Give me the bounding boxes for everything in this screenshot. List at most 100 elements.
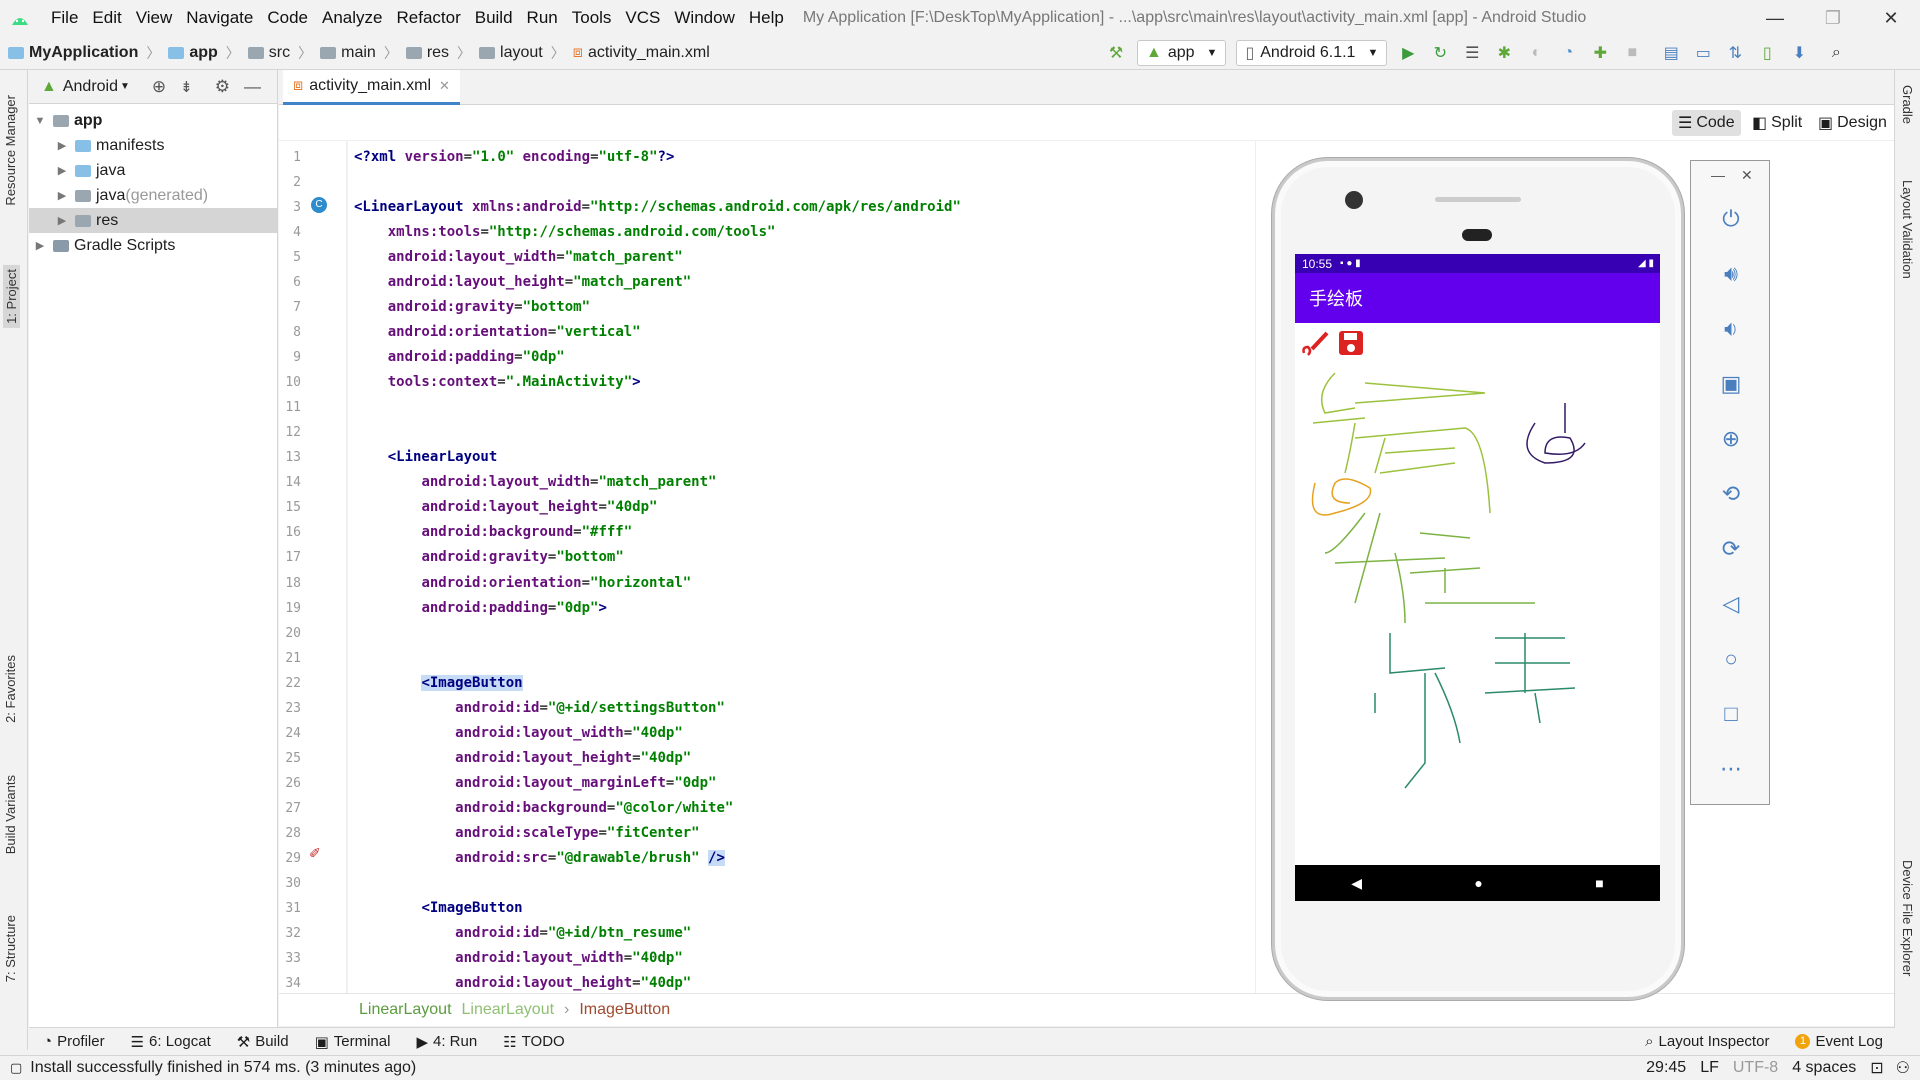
attach-debugger-icon[interactable]: ✚ <box>1587 40 1613 66</box>
back-nav-icon[interactable]: ◀ <box>1351 875 1362 892</box>
tree-item[interactable]: ▶ Gradle Scripts <box>29 233 277 258</box>
hide-icon[interactable]: — <box>244 77 261 97</box>
tab-project[interactable]: 1: Project <box>3 265 20 328</box>
tab-resource-manager[interactable]: Resource Manager <box>3 95 18 206</box>
home-icon[interactable]: ○ <box>1691 646 1771 672</box>
device-select[interactable]: ▯ Android 6.1.1 ▼ <box>1236 40 1388 66</box>
chevron-right-icon[interactable]: ▶ <box>33 239 47 252</box>
lock-icon[interactable]: ⊡ <box>1870 1058 1883 1078</box>
breadcrumb-src[interactable]: src 〉 <box>240 43 312 63</box>
tab-terminal[interactable]: ▣ Terminal <box>315 1033 391 1051</box>
menu-tools[interactable]: Tools <box>565 0 619 36</box>
tab-run[interactable]: ▶ 4: Run <box>416 1033 477 1051</box>
power-icon[interactable]: ⏻ <box>1691 206 1771 232</box>
mode-code-button[interactable]: ☰ Code <box>1672 110 1741 136</box>
breadcrumb-main[interactable]: main 〉 <box>312 43 398 63</box>
emu-minimize-button[interactable]: — <box>1711 167 1725 183</box>
zoom-icon[interactable]: ⊕ <box>1691 426 1771 452</box>
rotate-left-icon[interactable]: ⟲ <box>1691 481 1771 507</box>
tab-device-file-explorer[interactable]: Device File Explorer <box>1900 860 1915 976</box>
status-message[interactable]: Install successfully finished in 574 ms.… <box>30 1059 416 1077</box>
tree-item[interactable]: ▶ manifests <box>29 133 277 158</box>
brush-button[interactable] <box>1297 325 1333 361</box>
menu-edit[interactable]: Edit <box>85 0 128 36</box>
emu-close-button[interactable]: ✕ <box>1741 167 1753 184</box>
breadcrumb-res[interactable]: res 〉 <box>398 43 471 63</box>
tab-todo[interactable]: ☷ TODO <box>503 1033 565 1051</box>
breadcrumb-file[interactable]: ⧈ activity_main.xml <box>565 44 710 62</box>
tab-favorites[interactable]: 2: Favorites <box>3 655 18 723</box>
close-icon[interactable]: ✕ <box>439 78 450 94</box>
volume-down-icon[interactable]: 🔉︎ <box>1691 316 1771 342</box>
menu-code[interactable]: Code <box>260 0 315 36</box>
tab-activity-main[interactable]: ⧈ activity_main.xml ✕ <box>283 70 460 105</box>
line-separator[interactable]: LF <box>1700 1059 1719 1077</box>
more-icon[interactable]: ⋯ <box>1691 756 1771 782</box>
debug-icon[interactable]: ✱ <box>1491 40 1517 66</box>
minimize-button[interactable]: — <box>1746 0 1804 36</box>
status-toggle-icon[interactable]: ▢ <box>10 1060 22 1076</box>
chevron-right-icon[interactable]: ▶ <box>55 189 69 202</box>
chevron-right-icon[interactable]: ▶ <box>55 164 69 177</box>
volume-up-icon[interactable]: 🔊︎ <box>1691 261 1771 287</box>
tab-build-variants[interactable]: Build Variants <box>3 775 18 854</box>
make-project-hammer-icon[interactable]: ⚒ <box>1103 40 1129 66</box>
file-encoding[interactable]: UTF-8 <box>1733 1059 1778 1077</box>
maximize-button[interactable]: ❐ <box>1804 0 1862 36</box>
mode-design-button[interactable]: ▣ Design <box>1812 110 1893 136</box>
chevron-right-icon[interactable]: ▶ <box>55 214 69 227</box>
menu-navigate[interactable]: Navigate <box>179 0 260 36</box>
caret-position[interactable]: 29:45 <box>1646 1059 1686 1077</box>
tab-logcat[interactable]: ☰ 6: Logcat <box>131 1033 211 1051</box>
collapse-icon[interactable]: ⇟ <box>180 78 193 96</box>
tab-gradle[interactable]: Gradle <box>1900 85 1915 124</box>
tab-layout-inspector[interactable]: ⌕ Layout Inspector <box>1645 1033 1769 1050</box>
rotate-right-icon[interactable]: ⟳ <box>1691 536 1771 562</box>
path-item[interactable]: LinearLayout <box>359 1001 452 1019</box>
menu-analyze[interactable]: Analyze <box>315 0 389 36</box>
tab-profiler[interactable]: ◔ Profiler <box>43 1033 105 1050</box>
drawing-canvas[interactable] <box>1295 363 1660 860</box>
tree-item[interactable]: ▶ java (generated) <box>29 183 277 208</box>
apply-changes-icon[interactable]: ↻ <box>1427 40 1453 66</box>
breadcrumb-layout[interactable]: layout 〉 <box>471 43 565 63</box>
screenshot-camera-icon[interactable]: ▣ <box>1691 371 1771 397</box>
home-nav-icon[interactable]: ● <box>1474 875 1482 891</box>
indent-setting[interactable]: 4 spaces <box>1792 1059 1856 1077</box>
locate-icon[interactable]: ⊕ <box>152 77 166 97</box>
tree-item[interactable]: ▶ res <box>29 208 277 233</box>
stop-icon[interactable]: ■ <box>1619 40 1645 66</box>
search-icon[interactable]: ⌕ <box>1823 40 1849 66</box>
recents-nav-icon[interactable]: ■ <box>1595 875 1603 891</box>
gear-icon[interactable]: ⚙ <box>215 77 230 97</box>
memory-indicator-icon[interactable]: ⚇ <box>1896 1058 1910 1078</box>
run-config-select[interactable]: ▲ app ▼ <box>1137 40 1227 66</box>
phone-screen[interactable]: 10:55 ▪ ● ▮ ◢ ▮ 手绘板 ◀ ● ■ <box>1295 254 1660 901</box>
tab-structure[interactable]: 7: Structure <box>3 915 18 982</box>
close-window-button[interactable]: ✕ <box>1862 0 1920 36</box>
chevron-right-icon[interactable]: ▶ <box>55 139 69 152</box>
apply-code-changes-icon[interactable]: ☰ <box>1459 40 1485 66</box>
project-view-select[interactable]: Android <box>63 78 118 96</box>
code-editor[interactable]: <?xml version="1.0" encoding="utf-8"?> <L… <box>348 141 1255 993</box>
device-manager-icon[interactable]: ▯ <box>1754 40 1780 66</box>
tree-item[interactable]: ▶ java <box>29 158 277 183</box>
tab-build[interactable]: ⚒ Build <box>237 1033 289 1051</box>
save-button[interactable] <box>1333 325 1369 361</box>
menu-vcs[interactable]: VCS <box>618 0 667 36</box>
coverage-icon[interactable]: ◐ <box>1523 40 1549 66</box>
sync-gradle-icon[interactable]: ⇅ <box>1722 40 1748 66</box>
menu-help[interactable]: Help <box>742 0 791 36</box>
project-structure-icon[interactable]: ▤ <box>1658 40 1684 66</box>
avd-manager-icon[interactable]: ▭ <box>1690 40 1716 66</box>
mode-split-button[interactable]: ◧ Split <box>1746 110 1808 136</box>
path-item-current[interactable]: ImageButton <box>579 1001 670 1019</box>
menu-run[interactable]: Run <box>520 0 565 36</box>
overview-icon[interactable]: □ <box>1691 701 1771 727</box>
menu-refactor[interactable]: Refactor <box>389 0 467 36</box>
breadcrumb-app[interactable]: app 〉 <box>160 43 240 63</box>
path-item[interactable]: LinearLayout <box>462 1001 555 1019</box>
breadcrumb-project[interactable]: MyApplication 〉 <box>0 43 160 63</box>
menu-window[interactable]: Window <box>667 0 741 36</box>
profile-icon[interactable]: ◔ <box>1555 40 1581 66</box>
